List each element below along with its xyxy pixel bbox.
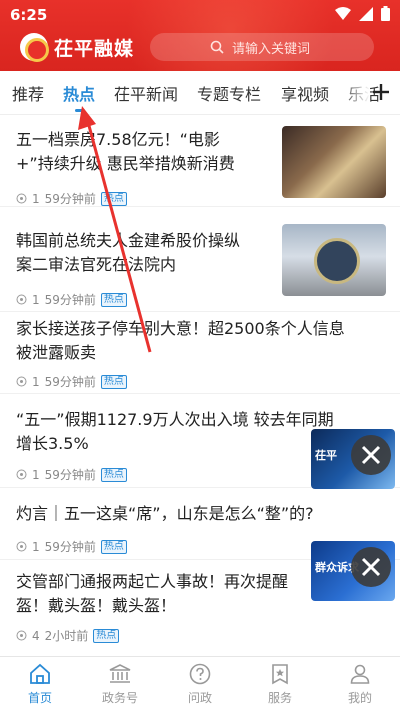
nav-label: 我的 [347, 691, 372, 705]
hot-tag: 热点 [93, 628, 120, 643]
profile-icon [350, 664, 370, 684]
news-item[interactable]: 五一档票房7.58亿元！“电影 +”持续升级 惠民举措焕新消费 1 59分钟前 … [0, 115, 400, 207]
news-time: 59分钟前 [44, 540, 96, 554]
service-icon [272, 664, 288, 685]
view-count-icon [16, 376, 27, 387]
add-channel-icon[interactable] [370, 81, 392, 103]
view-count-icon [16, 294, 27, 305]
close-icon[interactable] [351, 435, 391, 475]
news-time: 59分钟前 [44, 192, 96, 206]
search-bar[interactable]: 请输入关键词 [150, 33, 374, 61]
nav-inquiry[interactable]: 问政 [160, 657, 240, 711]
tab-chiping-news[interactable]: 茌平新闻 [114, 81, 178, 105]
news-title: 交管部门通报两起亡人事故！再次提醒 盔！戴头盔！戴头盔！ [16, 572, 289, 615]
wifi-icon [335, 6, 351, 20]
view-count: 4 [32, 628, 40, 643]
news-meta: 1 59分钟前 热点 [16, 538, 127, 555]
status-time: 6:25 [10, 6, 48, 24]
view-count-icon [16, 193, 27, 204]
view-count-icon [16, 630, 27, 641]
logo-text: 茌平融媒 [54, 37, 135, 60]
view-count: 1 [32, 374, 40, 389]
battery-icon [381, 6, 390, 21]
view-count: 1 [32, 467, 40, 482]
app-logo: 茌平融媒 [20, 33, 135, 62]
news-title: 灼言｜五一这桌“席”，山东是怎么“整”的? [16, 504, 314, 523]
floating-video-player[interactable]: 群众诉求 [311, 541, 395, 601]
news-meta: 1 59分钟前 热点 [16, 373, 127, 390]
news-meta: 4 2小时前 热点 [16, 627, 120, 644]
tab-special-topics[interactable]: 专题专栏 [197, 81, 261, 105]
tabs-fade [340, 71, 370, 114]
news-title: 五一档票房7.58亿元！“电影 +”持续升级 惠民举措焕新消费 [16, 130, 235, 173]
view-count: 1 [32, 292, 40, 307]
nav-label: 服务 [267, 691, 292, 705]
view-count: 1 [32, 191, 40, 206]
view-count: 1 [32, 539, 40, 554]
news-thumbnail [282, 224, 386, 296]
hot-tag: 热点 [100, 374, 127, 389]
news-thumbnail [282, 126, 386, 198]
app-header: 6:25 茌平融媒 请输入关键词 [0, 0, 400, 71]
news-title: 韩国前总统夫人金建希股价操纵 案二审法官死在法院内 [16, 231, 241, 274]
nav-home[interactable]: 首页 [0, 657, 80, 711]
tab-video[interactable]: 享视频 [281, 81, 329, 105]
government-icon [109, 664, 131, 683]
news-item[interactable]: 家长接送孩子停车别大意！超2500条个人信息 被泄露贩卖 1 59分钟前 热点 [0, 312, 400, 394]
signal-icon [359, 6, 373, 21]
news-time: 2小时前 [44, 629, 89, 643]
nav-service[interactable]: 服务 [240, 657, 320, 711]
hot-tag: 热点 [100, 191, 127, 206]
nav-profile[interactable]: 我的 [320, 657, 400, 711]
close-icon[interactable] [351, 547, 391, 587]
news-time: 59分钟前 [44, 468, 96, 482]
view-count-icon [16, 469, 27, 480]
status-icons [335, 6, 390, 21]
view-count-icon [16, 541, 27, 552]
hot-tag: 热点 [100, 539, 127, 554]
news-time: 59分钟前 [44, 293, 96, 307]
hot-tag: 热点 [100, 292, 127, 307]
news-title: 家长接送孩子停车别大意！超2500条个人信息 被泄露贩卖 [16, 319, 345, 362]
bottom-navigation: 首页 政务号 问政 服务 我的 [0, 656, 400, 711]
category-tabs: 推荐 热点 茌平新闻 专题专栏 享视频 乐活 [0, 71, 400, 115]
floating-video-player[interactable]: 茌平 [311, 429, 395, 489]
logo-icon [20, 33, 49, 62]
news-meta: 1 59分钟前 热点 [16, 466, 127, 483]
news-meta: 1 59分钟前 热点 [16, 291, 127, 308]
search-placeholder: 请输入关键词 [232, 41, 311, 57]
floating-video-label: 茌平 [315, 449, 337, 462]
question-icon [189, 663, 211, 685]
nav-label: 问政 [187, 691, 212, 705]
hot-tag: 热点 [100, 467, 127, 482]
nav-label: 政务号 [101, 691, 138, 705]
news-item[interactable]: 韩国前总统夫人金建希股价操纵 案二审法官死在法院内 1 59分钟前 热点 [0, 207, 400, 312]
tab-recommend[interactable]: 推荐 [12, 81, 44, 105]
home-icon [30, 663, 50, 684]
news-meta: 1 59分钟前 热点 [16, 190, 127, 207]
search-icon [210, 40, 224, 54]
nav-label: 首页 [27, 691, 52, 705]
news-time: 59分钟前 [44, 375, 96, 389]
tab-hot[interactable]: 热点 [63, 81, 95, 105]
active-tab-indicator [75, 109, 85, 112]
nav-government[interactable]: 政务号 [80, 657, 160, 711]
